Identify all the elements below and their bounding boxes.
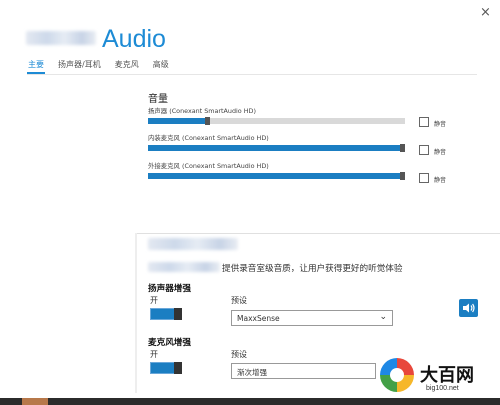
tab-microphone[interactable]: 麦克风 [115,59,139,70]
blurred-brand-text [148,262,220,272]
tab-main[interactable]: 主要 [28,59,44,70]
toggle-knob [174,362,182,374]
watermark-url: big100.net [426,385,459,392]
watermark-logo [380,358,414,392]
external-mic-mute-label: 静音 [434,177,447,184]
slider-fill [148,145,400,151]
speaker-icon [463,303,475,313]
mic-preset-label: 预设 [231,350,247,359]
speaker-enhancement-toggle[interactable] [150,308,182,320]
panel-edge [135,233,137,393]
close-icon: × [480,5,491,20]
slider-thumb[interactable] [400,144,405,152]
external-mic-volume-slider[interactable] [148,172,405,180]
volume-heading: 音量 [148,94,168,105]
mic-preset-select[interactable]: 渐次增强 [231,363,376,379]
slider-fill [148,173,400,179]
internal-mic-mute-checkbox[interactable] [419,145,429,155]
mic-preset-value: 渐次增强 [237,368,267,377]
close-button[interactable]: × [480,6,491,19]
internal-mic-volume-slider[interactable] [148,144,405,152]
speaker-volume-label: 扬声器 (Conexant SmartAudio HD) [148,107,256,115]
speaker-toggle-label: 开 [150,296,158,305]
blurred-brand-heading [148,238,238,250]
speaker-mute-checkbox[interactable] [419,117,429,127]
tab-divider [27,74,477,75]
chevron-down-icon: ⌄ [379,312,387,322]
page-title: Audio [102,25,166,53]
slider-thumb[interactable] [205,117,210,125]
taskbar-tile [22,398,48,405]
section-divider [135,233,500,234]
toggle-knob [174,308,182,320]
mic-enhancement-title: 麦克风增强 [148,338,191,348]
enhancement-description: 提供录音室级音质，让用户获得更好的听觉体验 [222,264,403,274]
external-mic-volume-label: 外接麦克风 (Conexant SmartAudio HD) [148,162,269,170]
taskbar-strip [0,398,500,405]
speaker-button[interactable] [459,299,478,317]
internal-mic-volume-label: 内装麦克风 (Conexant SmartAudio HD) [148,134,269,142]
external-mic-mute-checkbox[interactable] [419,173,429,183]
speaker-mute-label: 静音 [434,121,447,128]
speaker-preset-select[interactable]: MaxxSense ⌄ [231,310,393,326]
speaker-volume-slider[interactable] [148,117,405,125]
mic-toggle-label: 开 [150,350,158,359]
watermark-text: 大百网 [420,365,474,385]
slider-fill [148,118,205,124]
blurred-brand-logo [26,31,96,45]
tab-speakers-headphones[interactable]: 扬声器/耳机 [58,59,101,70]
internal-mic-mute-label: 静音 [434,149,447,156]
slider-thumb[interactable] [400,172,405,180]
tab-advanced[interactable]: 高级 [153,59,169,70]
mic-enhancement-toggle[interactable] [150,362,182,374]
tab-bar: 主要 扬声器/耳机 麦克风 高级 [28,59,169,70]
speaker-enhancement-title: 扬声器增强 [148,284,191,294]
speaker-preset-label: 预设 [231,296,247,305]
speaker-preset-value: MaxxSense [237,314,280,323]
